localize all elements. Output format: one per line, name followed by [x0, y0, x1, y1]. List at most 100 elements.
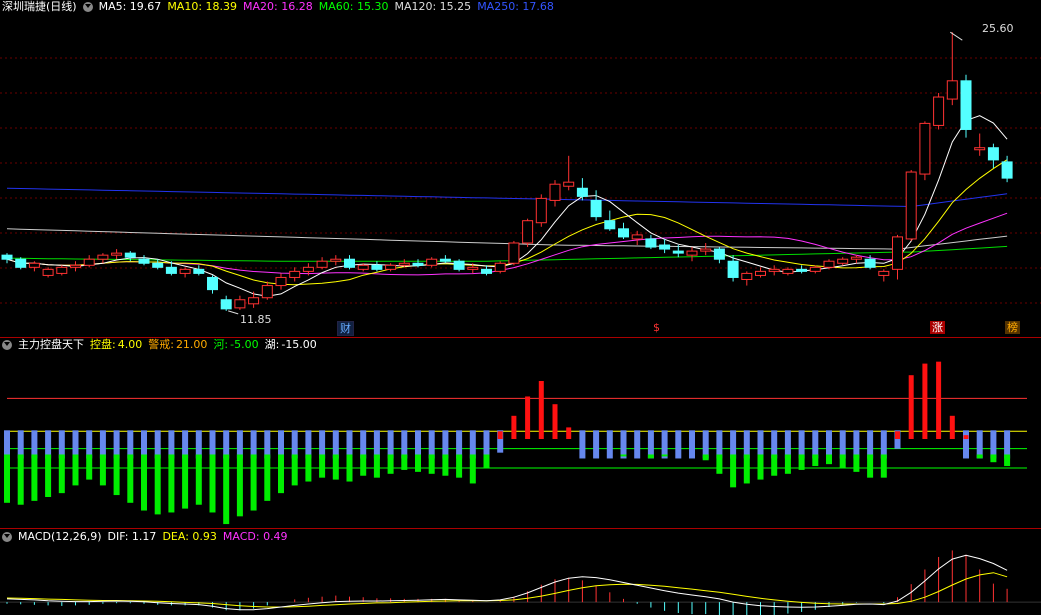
high-price-label: 25.60 — [982, 22, 1014, 35]
candle-body — [508, 242, 520, 264]
control-bar-blue — [428, 430, 435, 459]
candle-body — [453, 260, 465, 270]
control-bar-blue — [456, 430, 463, 459]
control-bar-green — [730, 454, 737, 488]
candle-body — [439, 258, 451, 262]
ma120-label: MA120: 15.25 — [394, 0, 472, 13]
stock-title: 深圳瑞捷(日线) — [2, 0, 77, 13]
control-bar-blue — [442, 430, 449, 459]
control-bar-blue — [757, 430, 764, 459]
control-bar-blue — [195, 430, 202, 459]
candle-body — [837, 258, 849, 264]
candle-body — [261, 285, 273, 299]
control-bar-blue — [469, 430, 476, 459]
candle-body — [193, 268, 205, 274]
collapse-icon[interactable] — [2, 340, 12, 350]
candle-body — [672, 250, 684, 254]
control-bar-blue — [154, 430, 161, 459]
candle-body — [823, 260, 835, 268]
control-bar-blue — [812, 430, 819, 459]
lake-value: -15.00 — [281, 338, 317, 351]
low-pointer — [228, 310, 239, 315]
control-bar-blue — [4, 430, 10, 459]
control-bar-green — [45, 454, 52, 497]
control-bar-blue — [784, 430, 791, 459]
control-bar-green — [58, 454, 65, 494]
kline-panel[interactable]: 深圳瑞捷(日线) MA5: 19.67 MA10: 18.39 MA20: 16… — [0, 0, 1041, 337]
candle-body — [960, 80, 972, 130]
candle-body — [686, 250, 698, 256]
control-bar-green — [72, 454, 79, 486]
control-bar-green — [743, 454, 750, 484]
kline-chart[interactable] — [0, 0, 1041, 337]
candle-body — [124, 252, 136, 258]
control-bar-blue — [730, 430, 737, 459]
candle-body — [864, 258, 876, 268]
candle-body — [83, 258, 95, 266]
candle-body — [302, 266, 314, 272]
macd-title: MACD(12,26,9) — [18, 530, 102, 543]
candle-body — [467, 266, 479, 270]
control-bar-green — [278, 454, 284, 494]
candle-body — [741, 272, 753, 280]
control-bar-green — [812, 454, 819, 467]
control-bar-blue — [127, 430, 134, 459]
candle-body — [933, 96, 945, 126]
control-bar-green — [373, 454, 380, 478]
candle-body — [70, 264, 81, 268]
control-bar-red — [511, 415, 517, 439]
control-bar-blue — [702, 430, 709, 459]
control-panel[interactable]: 主力控盘天下 控盘: 4.00 警戒: 21.00 河: -5.00 湖: -1… — [0, 338, 1041, 528]
control-bar-green — [113, 454, 120, 496]
control-bar-red — [566, 427, 572, 439]
control-bar-green — [4, 454, 10, 503]
control-bar-blue — [647, 430, 654, 459]
control-bar-green — [236, 454, 243, 517]
control-chart[interactable] — [0, 338, 1041, 528]
control-bar-red — [895, 431, 900, 439]
control-bar-green — [387, 454, 394, 474]
collapse-icon[interactable] — [82, 2, 93, 12]
control-bar-blue — [415, 430, 421, 459]
control-bar-blue — [387, 430, 394, 459]
candle-body — [919, 122, 931, 175]
control-bar-red — [908, 375, 914, 439]
control-bar-blue — [141, 430, 147, 459]
control-bar-blue — [689, 430, 695, 459]
limit-up-marker[interactable]: 涨 — [930, 321, 945, 334]
candle-body — [631, 234, 643, 240]
candle-body — [494, 262, 506, 272]
control-bar-green — [620, 454, 627, 457]
candle-body — [165, 266, 177, 274]
candle-body — [97, 254, 109, 260]
control-bar-blue — [291, 430, 298, 459]
candle-body — [563, 181, 575, 187]
control-bar-blue — [17, 430, 24, 459]
dividend-marker[interactable]: $ — [651, 321, 662, 334]
candle-body — [179, 268, 191, 274]
candle-body — [549, 183, 561, 201]
control-bar-green — [223, 454, 230, 525]
control-bar-green — [31, 454, 38, 501]
control-header: 主力控盘天下 控盘: 4.00 警戒: 21.00 河: -5.00 湖: -1… — [0, 338, 317, 352]
candle-body — [905, 171, 917, 240]
lake-label: 湖: — [264, 338, 280, 351]
candle-body — [946, 80, 958, 100]
control-bar-green — [428, 454, 435, 474]
control-bar-green — [456, 454, 463, 478]
control-bar-blue — [113, 430, 120, 459]
candle-body — [604, 220, 616, 230]
candle-body — [56, 266, 68, 274]
finance-marker[interactable]: 财 — [337, 321, 354, 336]
control-bar-blue — [168, 430, 175, 459]
ranking-marker[interactable]: 榜 — [1005, 321, 1020, 334]
macd-panel[interactable]: MACD(12,26,9) DIF: 1.17 DEA: 0.93 MACD: … — [0, 529, 1041, 615]
control-bar-green — [291, 454, 298, 486]
collapse-icon[interactable] — [2, 532, 12, 542]
candle-body — [700, 248, 712, 252]
control-bar-blue — [634, 430, 641, 459]
control-bar-blue — [963, 430, 969, 459]
control-bar-green — [867, 454, 874, 478]
control-bar-green — [99, 454, 106, 486]
control-bar-green — [17, 454, 24, 505]
